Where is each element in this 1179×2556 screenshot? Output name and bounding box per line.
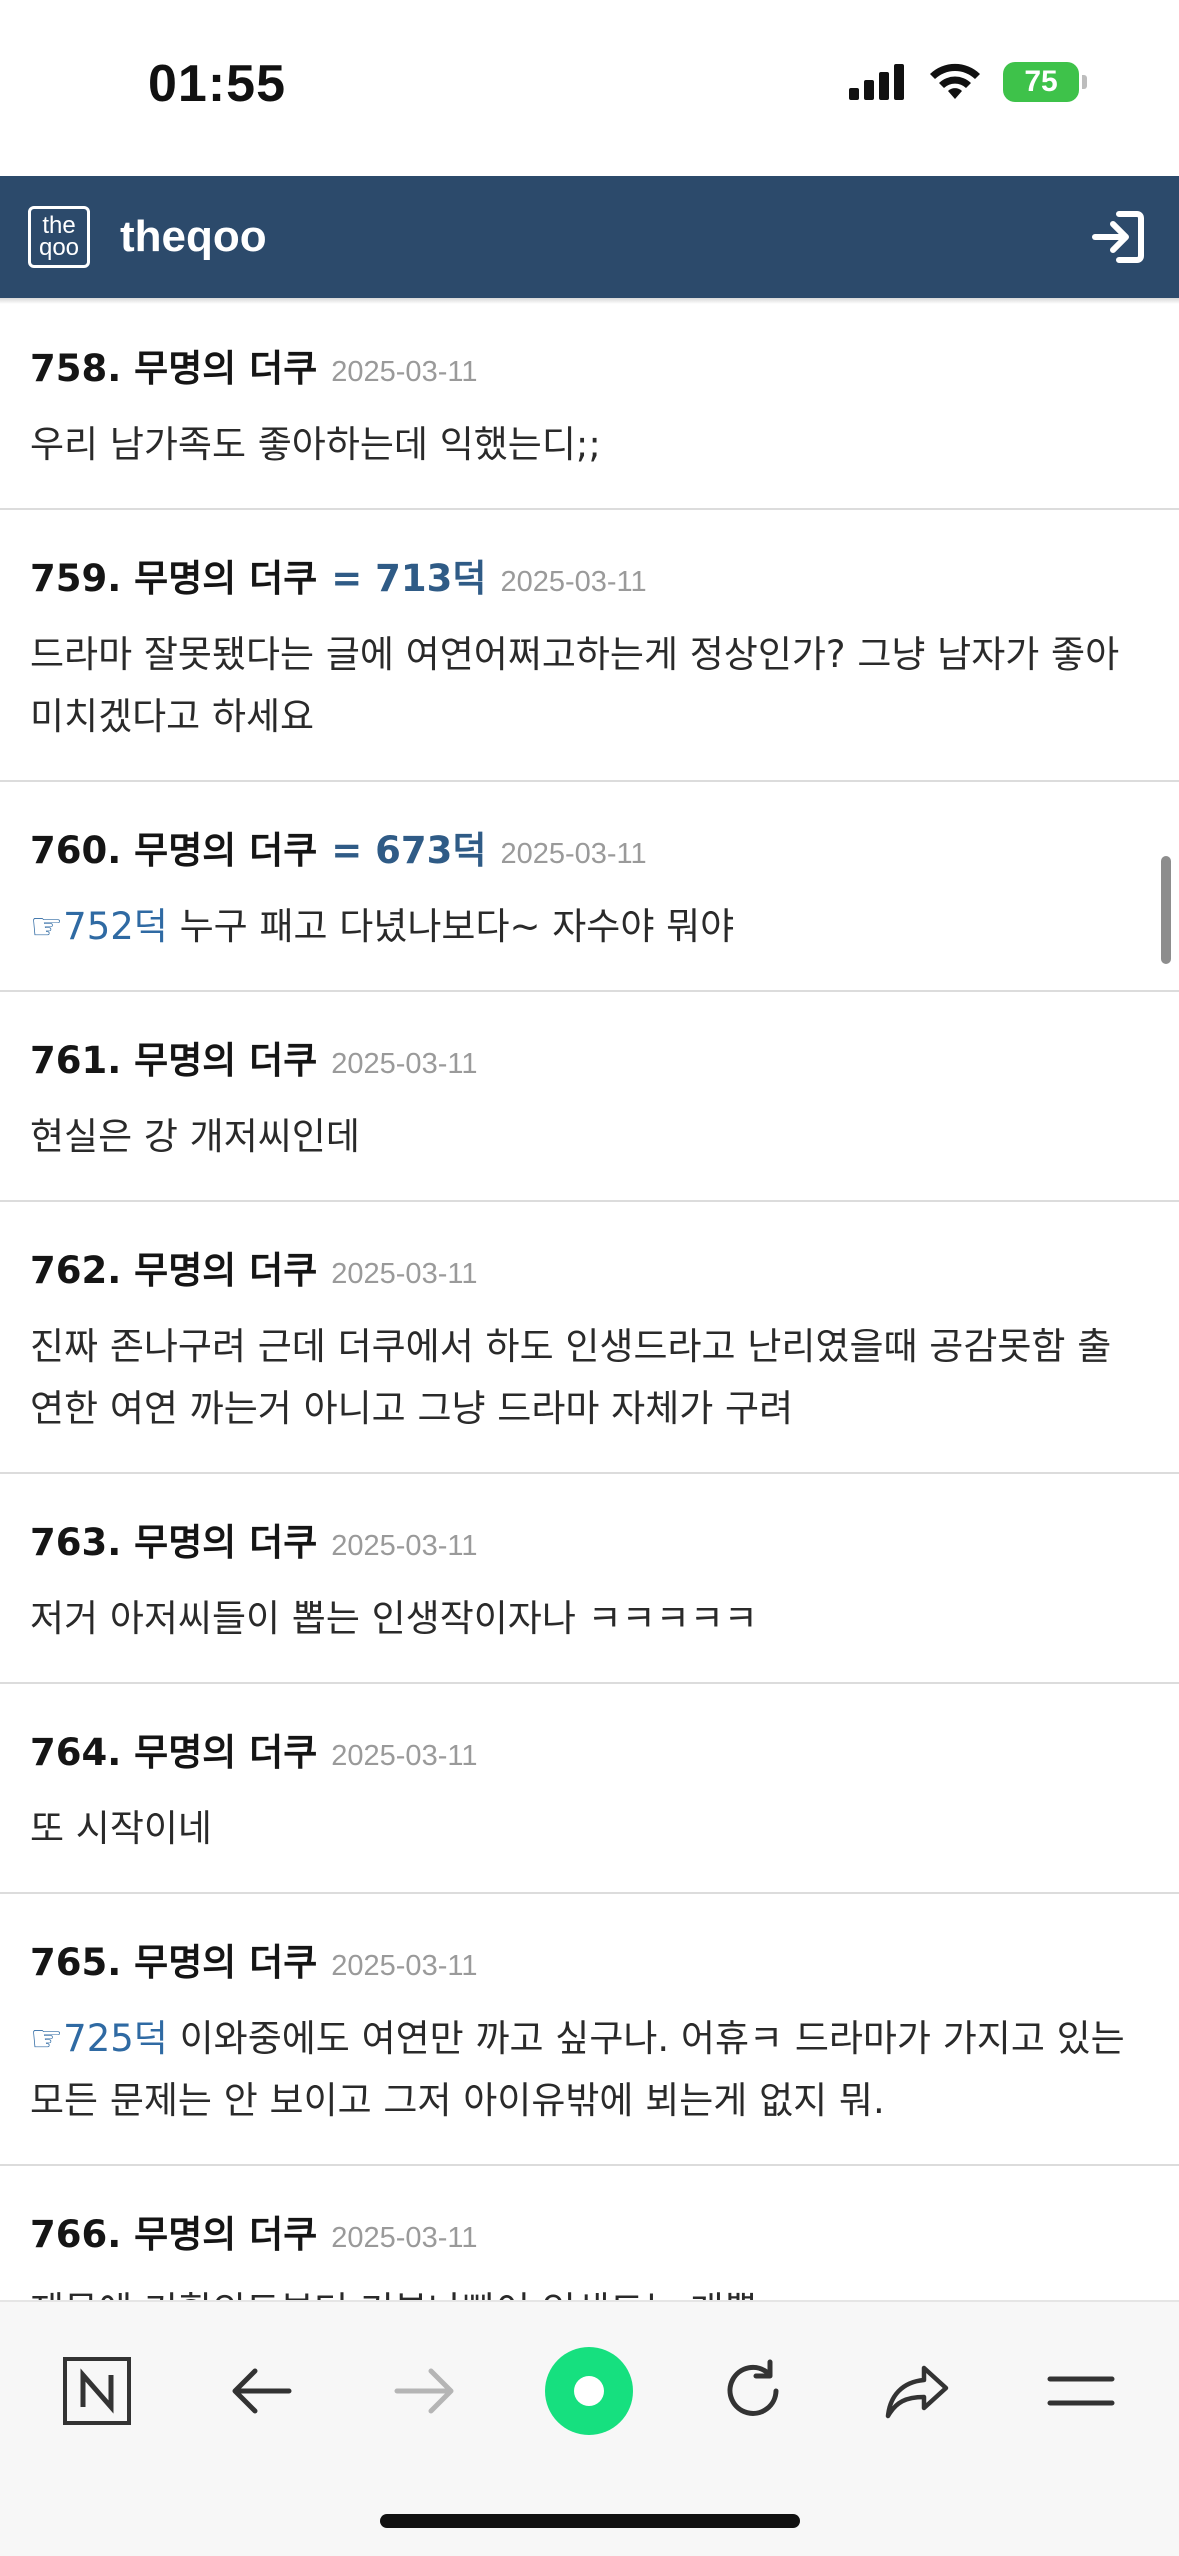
comment-line: 우리 남가족도 좋아하는데 익했는디;; (30, 414, 1149, 476)
comment-number-author[interactable]: 765. 무명의 더쿠 (30, 1932, 317, 1986)
comment-quote-link[interactable]: ☞725덕 (30, 2017, 168, 2060)
comment-item[interactable]: 764. 무명의 더쿠 2025-03-11 또 시작이네 (0, 1684, 1179, 1894)
comment-date: 2025-03-11 (331, 356, 478, 388)
share-icon (885, 2365, 949, 2419)
comment-line: ☞752덕 누구 패고 다녔나보다~ 자수야 뭐야 (30, 896, 1149, 958)
comment-text: 드라마 잘못됐다는 글에 여연어쩌고하는게 정상인가? 그냥 남자가 좋아 (30, 633, 1120, 676)
back-button[interactable] (216, 2346, 306, 2436)
comment-item[interactable]: 765. 무명의 더쿠 2025-03-11 ☞725덕 이와중에도 여연만 까고 … (0, 1894, 1179, 2166)
comment-body: ☞752덕 누구 패고 다녔나보다~ 자수야 뭐야 (30, 896, 1149, 958)
comment-header: 760. 무명의 더쿠 = 673덕 2025-03-11 (30, 820, 1149, 874)
comment-body: 드라마 잘못됐다는 글에 여연어쩌고하는게 정상인가? 그냥 남자가 좋아미치겠… (30, 624, 1149, 748)
comment-text: 또 시작이네 (30, 1807, 212, 1850)
comment-header: 766. 무명의 더쿠 2025-03-11 (30, 2204, 1149, 2258)
status-icons: 75 (849, 62, 1087, 102)
comment-header: 765. 무명의 더쿠 2025-03-11 (30, 1932, 1149, 1986)
comment-date: 2025-03-11 (500, 838, 647, 870)
app-title[interactable]: theqoo (120, 212, 267, 262)
comment-body: ☞725덕 이와중에도 여연만 까고 싶구나. 어휴ㅋ 드라마가 가지고 있는모… (30, 2008, 1149, 2132)
comment-line: 미치겠다고 하세요 (30, 686, 1149, 748)
comment-body: 현실은 강 개저씨인데 (30, 1106, 1149, 1168)
comment-date: 2025-03-11 (500, 566, 647, 598)
comment-date: 2025-03-11 (331, 1258, 478, 1290)
comment-number-author[interactable]: 759. 무명의 더쿠 (30, 548, 317, 602)
forward-arrow-icon (394, 2368, 454, 2414)
comment-item[interactable]: 762. 무명의 더쿠 2025-03-11 진짜 존나구려 근데 더쿠에서 하도 … (0, 1202, 1179, 1474)
comment-number-author[interactable]: 766. 무명의 더쿠 (30, 2204, 317, 2258)
comment-line: 드라마 잘못됐다는 글에 여연어쩌고하는게 정상인가? 그냥 남자가 좋아 (30, 624, 1149, 686)
comment-text: 진짜 존나구려 근데 더쿠에서 하도 인생드라고 난리였을때 공감못함 출 (30, 1325, 1112, 1368)
comment-text: 모든 문제는 안 보이고 그저 아이유밖에 뵈는게 없지 뭐. (30, 2079, 885, 2122)
comment-date: 2025-03-11 (331, 2222, 478, 2254)
home-button[interactable] (544, 2346, 634, 2436)
comment-body: 진짜 존나구려 근데 더쿠에서 하도 인생드라고 난리였을때 공감못함 출연한 … (30, 1316, 1149, 1440)
naver-n-button[interactable] (52, 2346, 142, 2436)
sign-in-icon (1092, 211, 1144, 263)
comment-body: 저거 아저씨들이 뽑는 인생작이자나 ㅋㅋㅋㅋㅋ (30, 1588, 1149, 1650)
comment-body: 또 시작이네 (30, 1798, 1149, 1860)
forward-button[interactable] (380, 2346, 470, 2436)
comment-item[interactable]: 759. 무명의 더쿠 = 713덕 2025-03-11 드라마 잘못됐다는 글에 … (0, 510, 1179, 782)
comment-item[interactable]: 758. 무명의 더쿠 2025-03-11 우리 남가족도 좋아하는데 익했는디;… (0, 300, 1179, 510)
status-time: 01:55 (148, 55, 286, 113)
comment-header: 764. 무명의 더쿠 2025-03-11 (30, 1722, 1149, 1776)
comment-line: 현실은 강 개저씨인데 (30, 1106, 1149, 1168)
comment-date: 2025-03-11 (331, 1530, 478, 1562)
comment-date: 2025-03-11 (331, 1950, 478, 1982)
comment-line: 저거 아저씨들이 뽑는 인생작이자나 ㅋㅋㅋㅋㅋ (30, 1588, 1149, 1650)
status-bar: 01:55 75 (0, 0, 1179, 176)
comment-number-author[interactable]: 763. 무명의 더쿠 (30, 1512, 317, 1566)
comment-header: 763. 무명의 더쿠 2025-03-11 (30, 1512, 1149, 1566)
home-dot-icon (545, 2347, 633, 2435)
comment-item[interactable]: 760. 무명의 더쿠 = 673덕 2025-03-11 ☞752덕 누구 패고 다… (0, 782, 1179, 992)
wifi-icon (930, 63, 980, 99)
comment-number-author[interactable]: 760. 무명의 더쿠 (30, 820, 317, 874)
comment-text: 우리 남가족도 좋아하는데 익했는디;; (30, 423, 601, 466)
comment-number-author[interactable]: 761. 무명의 더쿠 (30, 1030, 317, 1084)
comment-date: 2025-03-11 (331, 1740, 478, 1772)
comment-date: 2025-03-11 (331, 1048, 478, 1080)
comment-number-author[interactable]: 758. 무명의 더쿠 (30, 338, 317, 392)
battery-level: 75 (1024, 65, 1058, 98)
comment-item[interactable]: 763. 무명의 더쿠 2025-03-11 저거 아저씨들이 뽑는 인생작이자나 … (0, 1474, 1179, 1684)
comment-line: 모든 문제는 안 보이고 그저 아이유밖에 뵈는게 없지 뭐. (30, 2070, 1149, 2132)
comment-item[interactable]: 761. 무명의 더쿠 2025-03-11 현실은 강 개저씨인데 (0, 992, 1179, 1202)
comment-quote-link[interactable]: ☞752덕 (30, 905, 168, 948)
comment-number-author[interactable]: 762. 무명의 더쿠 (30, 1240, 317, 1294)
comment-line: ☞725덕 이와중에도 여연만 까고 싶구나. 어휴ㅋ 드라마가 가지고 있는 (30, 2008, 1149, 2070)
comment-text: 현실은 강 개저씨인데 (30, 1115, 360, 1158)
comment-reply-ref[interactable]: = 673덕 (331, 820, 486, 874)
battery-icon: 75 (1003, 62, 1087, 102)
comment-text: 연한 여연 까는거 아니고 그냥 드라마 자체가 구려 (30, 1387, 794, 1430)
comment-line: 또 시작이네 (30, 1798, 1149, 1860)
comment-reply-ref[interactable]: = 713덕 (331, 548, 486, 602)
home-indicator[interactable] (380, 2514, 800, 2528)
app-header: the qoo theqoo (0, 176, 1179, 298)
comment-header: 761. 무명의 더쿠 2025-03-11 (30, 1030, 1149, 1084)
theqoo-logo[interactable]: the qoo (28, 206, 90, 268)
reload-icon (727, 2359, 779, 2416)
menu-button[interactable] (1036, 2346, 1126, 2436)
comment-number-author[interactable]: 764. 무명의 더쿠 (30, 1722, 317, 1776)
comment-text: 저거 아저씨들이 뽑는 인생작이자나 ㅋㅋㅋㅋㅋ (30, 1597, 758, 1640)
comment-text: 미치겠다고 하세요 (30, 695, 315, 738)
comment-body: 우리 남가족도 좋아하는데 익했는디;; (30, 414, 1149, 476)
comment-text: 이와중에도 여연만 까고 싶구나. 어휴ㅋ 드라마가 가지고 있는 (179, 2017, 1125, 2060)
back-arrow-icon (232, 2368, 292, 2414)
comment-line: 연한 여연 까는거 아니고 그냥 드라마 자체가 구려 (30, 1378, 1149, 1440)
comment-list: 758. 무명의 더쿠 2025-03-11 우리 남가족도 좋아하는데 익했는디;… (0, 300, 1179, 2376)
scrollbar[interactable] (1161, 856, 1171, 964)
signal-icon (849, 64, 904, 100)
naver-n-icon (63, 2357, 131, 2425)
comment-line: 진짜 존나구려 근데 더쿠에서 하도 인생드라고 난리였을때 공감못함 출 (30, 1316, 1149, 1378)
comment-header: 759. 무명의 더쿠 = 713덕 2025-03-11 (30, 548, 1149, 602)
comment-header: 762. 무명의 더쿠 2025-03-11 (30, 1240, 1149, 1294)
comment-text: 누구 패고 다녔나보다~ 자수야 뭐야 (179, 905, 735, 948)
comment-header: 758. 무명의 더쿠 2025-03-11 (30, 338, 1149, 392)
share-button[interactable] (872, 2346, 962, 2436)
login-button[interactable] (1089, 208, 1147, 266)
menu-icon (1047, 2376, 1115, 2406)
reload-button[interactable] (708, 2346, 798, 2436)
